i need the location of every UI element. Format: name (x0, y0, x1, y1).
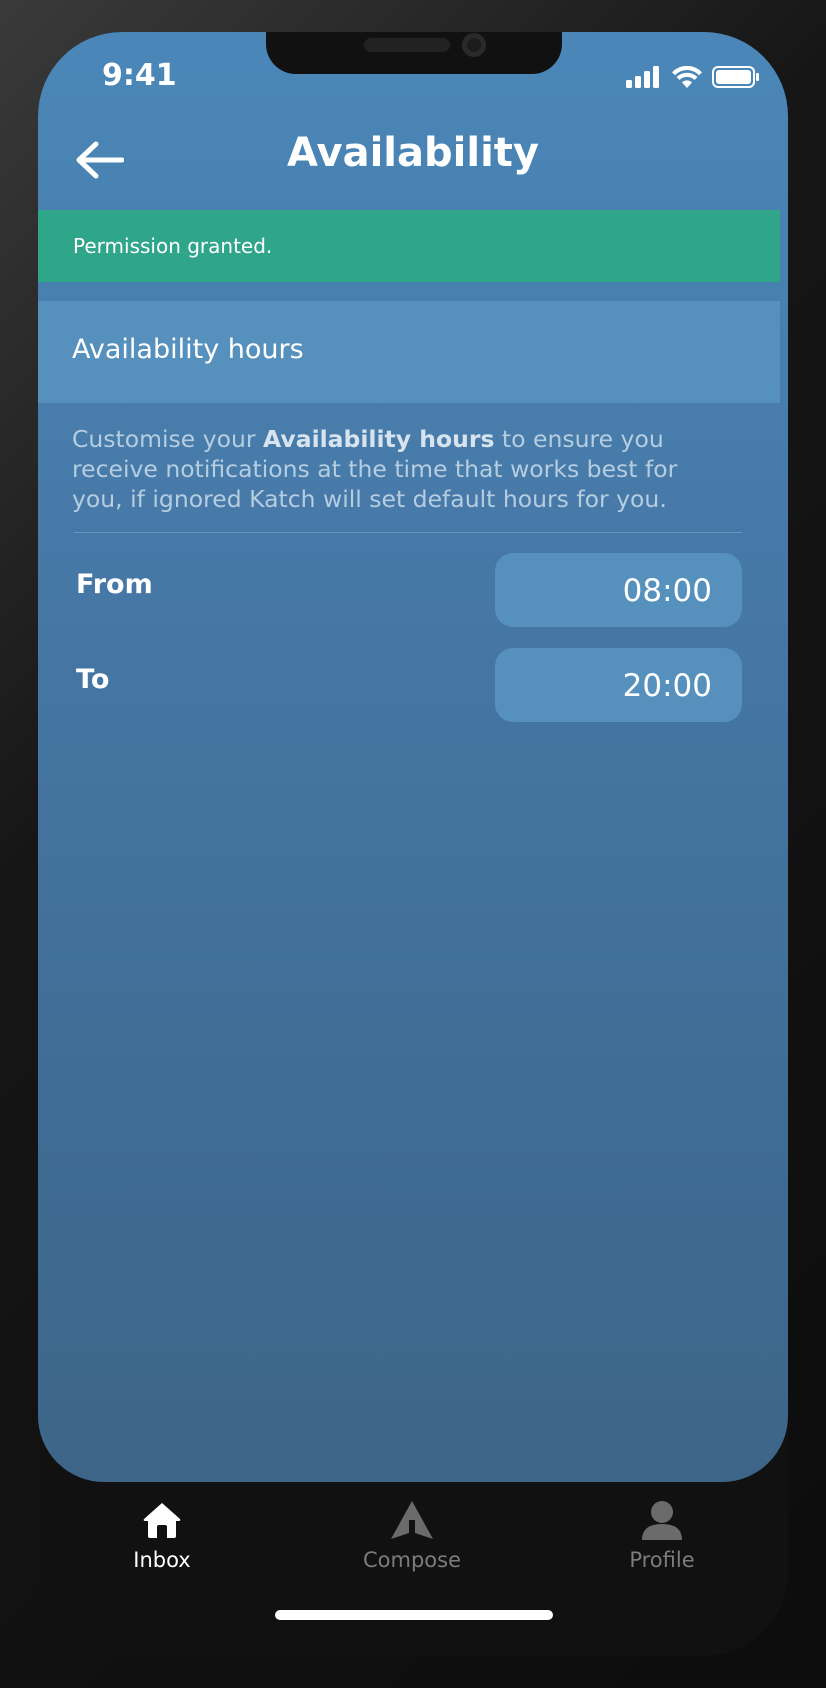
to-time-field[interactable]: 20:00 (495, 648, 742, 722)
home-icon (143, 1503, 181, 1538)
tab-bar: Inbox Compose Profile (38, 1500, 788, 1600)
tab-profile[interactable]: Profile (562, 1500, 762, 1572)
app-screen: 9:41 Availability Permission granted. Av… (38, 32, 788, 1482)
wifi-icon (672, 66, 702, 88)
page-title: Availability (287, 130, 539, 176)
header: Availability (38, 122, 788, 192)
notch (266, 32, 562, 74)
section-header: Availability hours (38, 301, 780, 403)
user-icon (642, 1501, 682, 1540)
speaker (364, 38, 450, 52)
status-icons (626, 66, 760, 88)
tab-compose-label: Compose (362, 1548, 461, 1572)
tab-profile-label: Profile (629, 1548, 695, 1572)
battery-icon (712, 66, 759, 88)
phone: 9:41 Availability Permission granted. Av… (38, 32, 788, 1656)
tab-inbox-label: Inbox (133, 1548, 191, 1572)
from-time-field[interactable]: 08:00 (495, 553, 742, 627)
from-label: From (76, 569, 153, 600)
home-indicator[interactable] (275, 1610, 553, 1620)
description-prefix: Customise your (72, 425, 264, 453)
description-bold: Availability hours (263, 425, 495, 453)
availability-description: Customise your Availability hours to ens… (72, 424, 732, 514)
tab-inbox[interactable]: Inbox (62, 1500, 262, 1572)
camera (462, 33, 486, 57)
tab-compose[interactable]: Compose (312, 1500, 512, 1572)
signal-icon (626, 66, 659, 88)
status-time: 9:41 (102, 58, 177, 93)
send-icon (391, 1501, 433, 1539)
divider (74, 532, 742, 533)
device-frame: 9:41 Availability Permission granted. Av… (0, 0, 826, 1688)
to-label: To (76, 664, 110, 695)
permission-banner: Permission granted. (38, 210, 780, 282)
